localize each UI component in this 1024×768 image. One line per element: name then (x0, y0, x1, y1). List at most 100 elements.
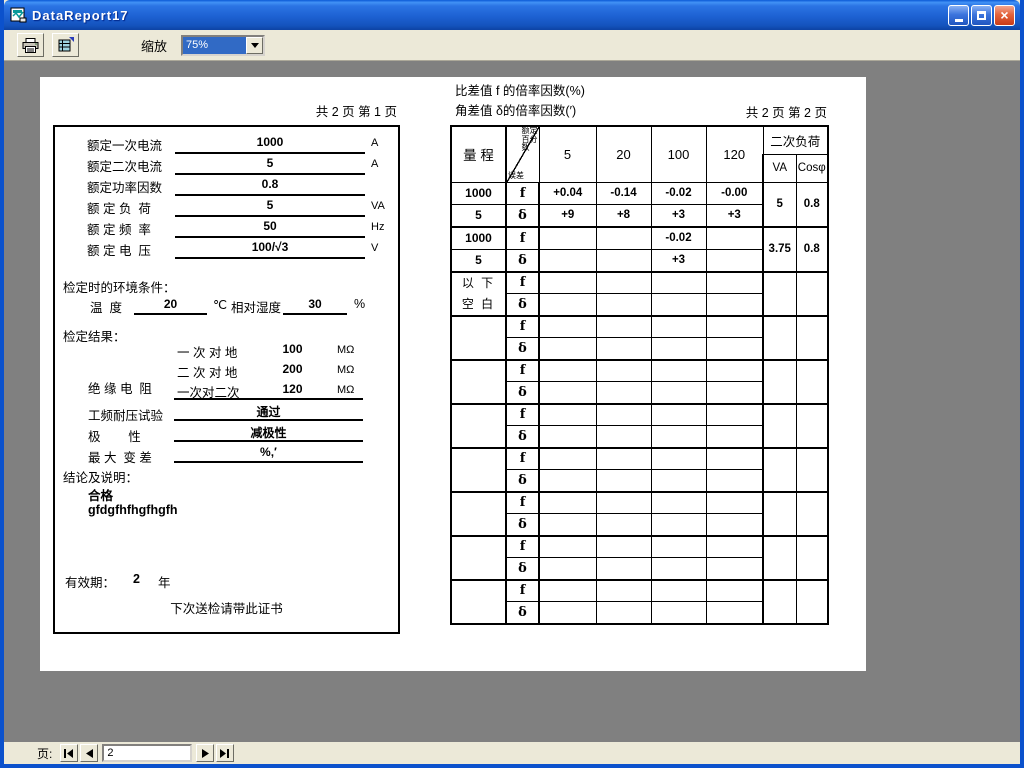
f-label: f (506, 272, 539, 294)
field-value: 5 (175, 198, 365, 217)
conclusion-title: 结论及说明： (63, 467, 138, 486)
title-bar: DataReport17 × (4, 0, 1020, 30)
field-value: 0.8 (175, 177, 365, 196)
delta-value-cell (651, 426, 706, 448)
humidity-unit: % (354, 297, 365, 311)
delta-value-cell (596, 382, 651, 404)
temperature-label: 温 度 (90, 297, 122, 316)
polarity-label: 极 性 (88, 426, 141, 445)
last-page-button[interactable] (216, 744, 234, 762)
f-value-cell (539, 492, 596, 514)
burden-va-cell (763, 536, 796, 580)
insulation-row-label: 一 次 对 地 (177, 342, 237, 361)
delta-value-cell (596, 249, 651, 272)
rated-field-row: 额 定 负 荷 5 VA (55, 198, 398, 218)
field-unit: V (371, 242, 378, 254)
page-number-input[interactable] (102, 744, 192, 762)
rated-field-row: 额 定 电 压 100/√3 V (55, 240, 398, 260)
field-value: 100/√3 (175, 240, 365, 259)
app-icon (10, 6, 28, 24)
delta-value-cell: +9 (539, 204, 596, 226)
insulation-row-value: 120 (255, 382, 330, 396)
first-page-button[interactable] (60, 744, 78, 762)
f-value-cell (651, 404, 706, 426)
burden-subheader: Cosφ (796, 154, 828, 182)
delta-value-cell (651, 338, 706, 360)
delta-value-cell (651, 382, 706, 404)
delta-value-cell (539, 249, 596, 272)
field-label: 额定一次电流 (87, 135, 162, 154)
maximize-icon (977, 11, 986, 20)
f-label: f (506, 492, 539, 514)
percent-column-header: 120 (706, 126, 763, 182)
f-value-cell (706, 316, 763, 338)
burden-cos-cell (796, 316, 828, 360)
field-unit: A (371, 158, 378, 170)
maximize-button[interactable] (971, 5, 992, 26)
last-page-icon (220, 749, 230, 758)
temperature-value: 20 (134, 297, 207, 315)
f-value-cell (706, 536, 763, 558)
variation-value: %,′ (174, 445, 363, 463)
prev-page-button[interactable] (80, 744, 98, 762)
next-page-button[interactable] (196, 744, 214, 762)
range-cell (451, 580, 506, 624)
f-value-cell (706, 492, 763, 514)
insulation-row-unit: MΩ (337, 344, 354, 356)
export-button[interactable] (52, 33, 79, 57)
f-value-cell (539, 360, 596, 382)
delta-value-cell: +8 (596, 204, 651, 226)
print-button[interactable] (17, 33, 44, 57)
delta-label: δ (506, 602, 539, 624)
f-label: f (506, 448, 539, 470)
f-value-cell (539, 272, 596, 294)
burden-cos-cell: 0.8 (796, 182, 828, 227)
f-value-cell: -0.00 (706, 182, 763, 204)
range-cell: 10005 (451, 182, 506, 227)
f-value-cell: -0.02 (651, 227, 706, 250)
f-value-cell (706, 580, 763, 602)
polarity-value: 减极性 (174, 424, 363, 442)
field-value: 50 (175, 219, 365, 238)
f-value-cell: -0.14 (596, 182, 651, 204)
delta-value-cell: +3 (651, 204, 706, 226)
field-unit: A (371, 137, 378, 149)
humidity-label: 相对湿度 (231, 297, 281, 316)
field-value: 1000 (175, 135, 365, 154)
delta-value-cell (706, 602, 763, 624)
export-icon (57, 37, 74, 53)
temperature-unit: ℃ (213, 297, 227, 312)
insulation-label: 绝 缘 电 阻 (88, 378, 152, 397)
f-value-cell (651, 492, 706, 514)
zoom-dropdown-button[interactable] (246, 37, 263, 54)
printer-icon (22, 38, 39, 53)
delta-value-cell (651, 602, 706, 624)
delta-value-cell (596, 558, 651, 580)
burden-va-cell: 3.75 (763, 227, 796, 272)
delta-value-cell (651, 294, 706, 316)
validity-unit: 年 (158, 572, 171, 591)
f-value-cell (596, 360, 651, 382)
delta-value-cell (706, 294, 763, 316)
burden-va-cell (763, 448, 796, 492)
delta-value-cell (539, 426, 596, 448)
f-label: f (506, 580, 539, 602)
window-controls: × (948, 5, 1015, 26)
delta-value-cell (596, 514, 651, 536)
close-button[interactable]: × (994, 5, 1015, 26)
validity-label: 有效期： (65, 572, 115, 591)
delta-value-cell (539, 470, 596, 492)
field-value: 5 (175, 156, 365, 175)
field-label: 额定二次电流 (87, 156, 162, 175)
zoom-combobox[interactable]: 75% (181, 35, 265, 56)
page1-indicator: 共 2 页 第 1 页 (53, 101, 397, 120)
delta-value-cell (539, 558, 596, 580)
rated-field-row: 额定一次电流 1000 A (55, 135, 398, 155)
delta-value-cell (539, 294, 596, 316)
field-label: 额 定 频 率 (87, 219, 151, 238)
zoom-label: 缩放 (141, 36, 167, 55)
f-label: f (506, 360, 539, 382)
range-column-header: 量 程 (451, 126, 506, 182)
certificate-footer-note: 下次送检请带此证书 (55, 598, 398, 617)
minimize-button[interactable] (948, 5, 969, 26)
